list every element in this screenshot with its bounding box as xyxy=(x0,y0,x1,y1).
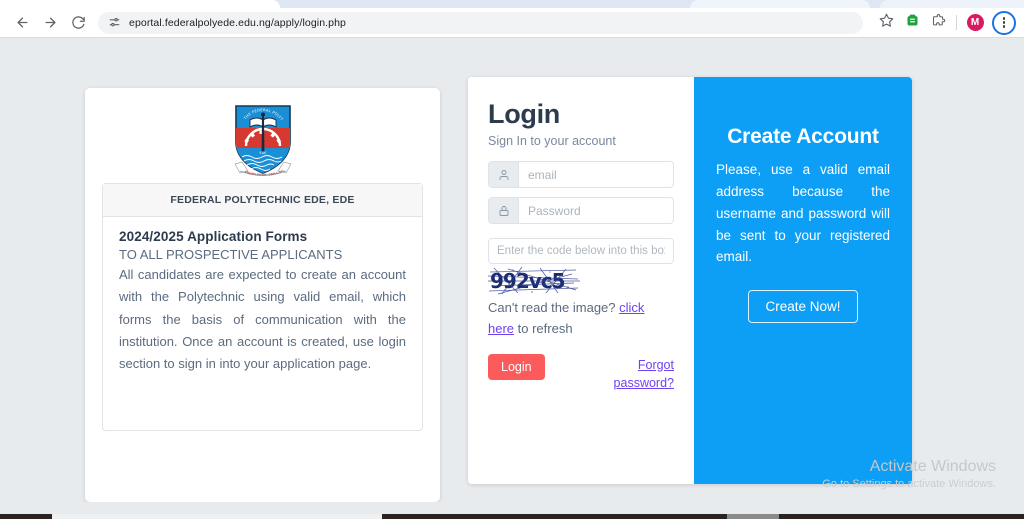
puzzle-icon xyxy=(931,13,946,33)
forgot-password-link[interactable]: Forgot password? xyxy=(596,356,674,392)
create-account-text: Please, use a valid email address becaus… xyxy=(716,162,890,265)
federal-polytechnic-ede-logo-icon: THE FEDERAL POLYTECHNIC xyxy=(225,99,298,185)
svg-text:EDE: EDE xyxy=(259,151,266,155)
extensions-button[interactable] xyxy=(925,10,951,36)
logo-container: THE FEDERAL POLYTECHNIC xyxy=(85,99,440,185)
extension-green-icon xyxy=(905,13,920,33)
application-forms-title: 2024/2025 Application Forms xyxy=(119,229,308,244)
forward-button[interactable] xyxy=(36,9,64,37)
password-input[interactable] xyxy=(519,198,673,223)
create-account-pane: Create Account Please, use a valid email… xyxy=(694,77,912,484)
captcha-field-row[interactable] xyxy=(488,238,674,264)
reload-button[interactable] xyxy=(64,9,92,37)
institution-panel-body: 2024/2025 Application Forms TO ALL PROSP… xyxy=(103,217,422,376)
browser-menu-button[interactable] xyxy=(992,10,1016,35)
user-icon xyxy=(489,162,519,187)
taskbar-segment xyxy=(727,514,779,519)
browser-tab[interactable] xyxy=(690,0,870,8)
create-account-title: Create Account xyxy=(727,125,879,148)
instructions-paragraph: All candidates are expected to create an… xyxy=(119,267,406,372)
institution-panel: FEDERAL POLYTECHNIC EDE, EDE 2024/2025 A… xyxy=(102,183,423,431)
captcha-image: 992vc5 xyxy=(488,266,580,296)
browser-tab[interactable] xyxy=(880,0,1024,8)
information-card: THE FEDERAL POLYTECHNIC xyxy=(85,88,440,502)
captcha-help-prefix: Can't read the image? xyxy=(488,300,620,315)
star-icon xyxy=(879,13,894,33)
profile-button[interactable]: M xyxy=(962,10,988,36)
captcha-help-suffix: to refresh xyxy=(514,320,573,336)
browser-toolbar: eportal.federalpolyede.edu.ng/apply/logi… xyxy=(0,8,1024,38)
address-bar[interactable]: eportal.federalpolyede.edu.ng/apply/logi… xyxy=(98,11,863,34)
prospective-applicants-line: TO ALL PROSPECTIVE APPLICANTS xyxy=(119,247,343,262)
address-bar-url: eportal.federalpolyede.edu.ng/apply/logi… xyxy=(129,16,346,29)
page-viewport: THE FEDERAL POLYTECHNIC xyxy=(0,39,1024,502)
arrow-right-icon xyxy=(43,15,58,30)
extension-green-button[interactable] xyxy=(899,10,925,36)
browser-tab-strip xyxy=(0,0,1024,8)
captcha-noise-lines xyxy=(488,266,580,295)
toolbar-divider xyxy=(956,15,957,30)
captcha-input[interactable] xyxy=(489,239,673,263)
email-field-row[interactable] xyxy=(488,161,674,188)
create-now-button[interactable]: Create Now! xyxy=(748,290,858,324)
email-input[interactable] xyxy=(519,162,673,187)
browser-tab[interactable] xyxy=(0,0,280,8)
login-title: Login xyxy=(488,99,560,129)
taskbar-segment xyxy=(0,514,52,519)
password-field-row[interactable] xyxy=(488,197,674,224)
create-button-wrap: Create Now! xyxy=(716,290,890,324)
taskbar-strip xyxy=(0,502,1024,519)
taskbar-segment xyxy=(382,514,727,519)
login-button[interactable]: Login xyxy=(488,353,545,380)
login-pane: Login Sign In to your account 992vc5 xyxy=(468,77,694,484)
bookmark-button[interactable] xyxy=(873,10,899,36)
login-actions: Login Forgot password? xyxy=(488,353,674,392)
institution-name: FEDERAL POLYTECHNIC EDE, EDE xyxy=(103,184,422,217)
avatar: M xyxy=(966,14,984,31)
login-subtitle: Sign In to your account xyxy=(488,134,616,148)
lock-icon xyxy=(489,198,519,223)
kebab-menu-icon xyxy=(1002,17,1006,29)
site-settings-icon[interactable] xyxy=(108,16,121,29)
captcha-help-text: Can't read the image? click here to refr… xyxy=(488,298,674,340)
taskbar-segment xyxy=(52,514,382,519)
auth-card: Login Sign In to your account 992vc5 xyxy=(468,77,912,484)
back-button[interactable] xyxy=(8,9,36,37)
reload-icon xyxy=(71,15,86,30)
arrow-left-icon xyxy=(15,15,30,30)
taskbar-segment xyxy=(779,514,1024,519)
